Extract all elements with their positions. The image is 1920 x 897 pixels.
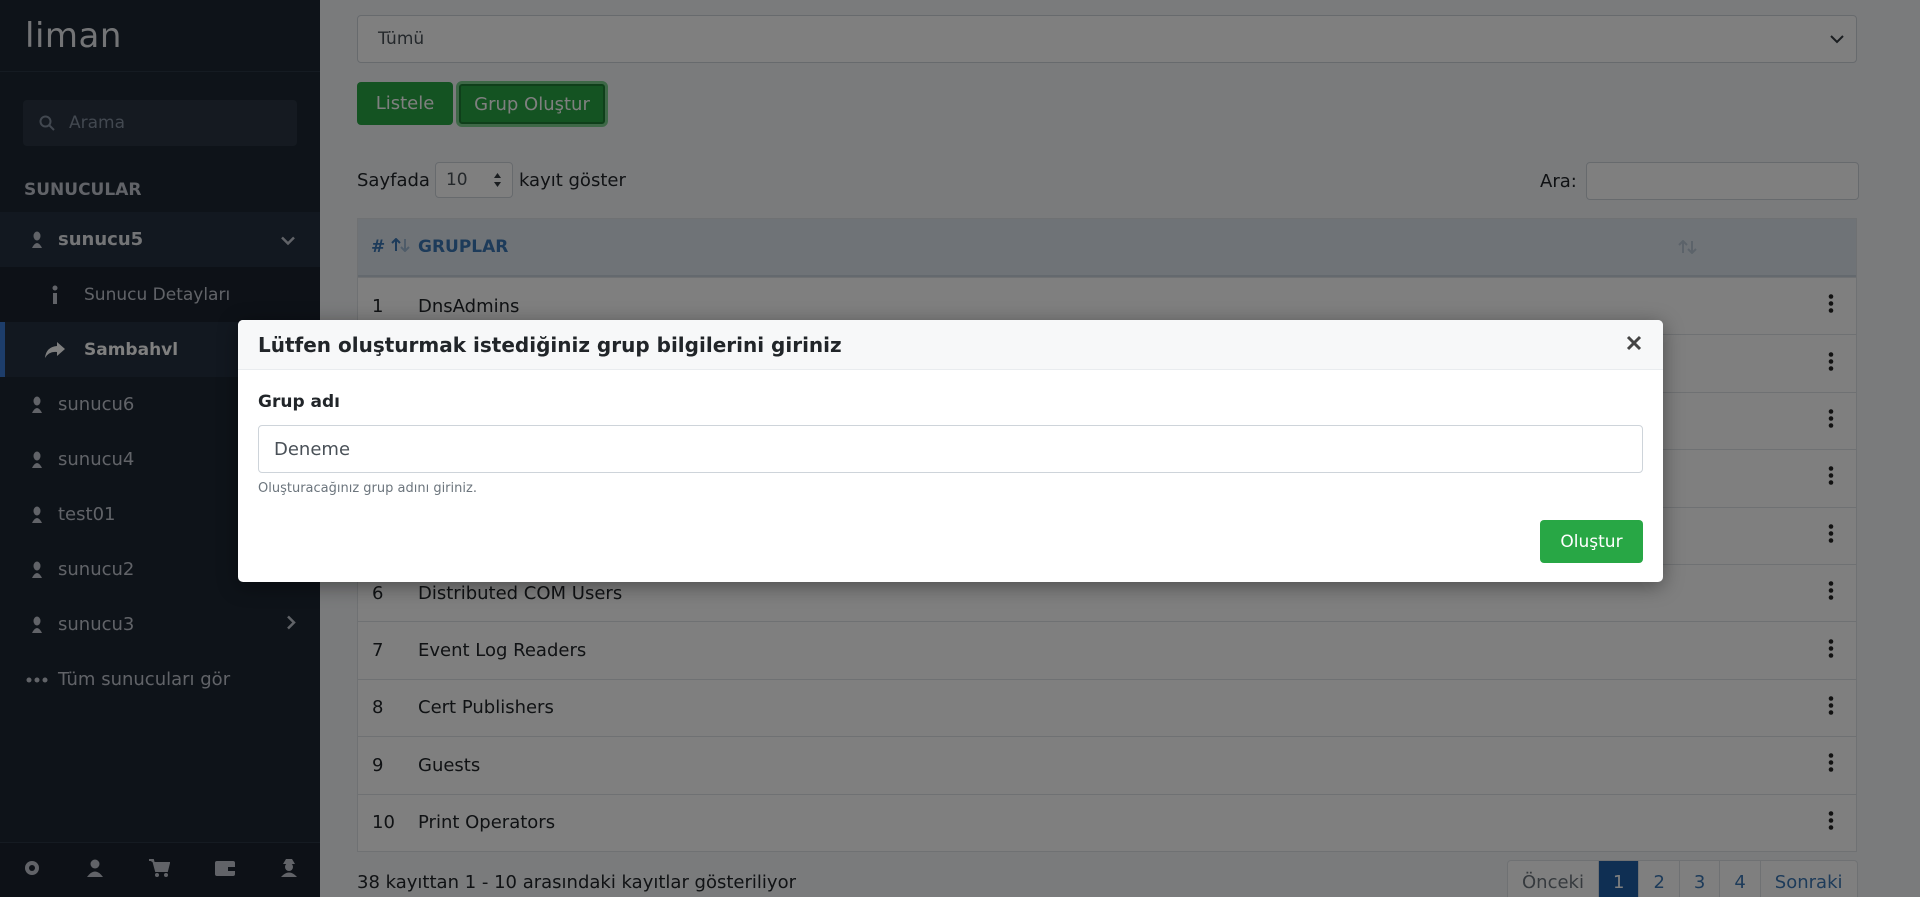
modal-body: Grup adı Deneme Oluşturacağınız grup adı… — [238, 370, 1663, 496]
group-name-help: Oluşturacağınız grup adını giriniz. — [258, 481, 477, 496]
create-submit-button[interactable]: Oluştur — [1540, 520, 1643, 563]
modal-title: Lütfen oluşturmak istediğiniz grup bilgi… — [258, 332, 842, 357]
group-name-input[interactable]: Deneme — [258, 425, 1643, 473]
modal-header: Lütfen oluşturmak istediğiniz grup bilgi… — [238, 320, 1663, 370]
group-name-label: Grup adı — [258, 392, 340, 412]
close-icon[interactable] — [1625, 334, 1643, 356]
create-group-modal: Lütfen oluşturmak istediğiniz grup bilgi… — [238, 320, 1663, 582]
